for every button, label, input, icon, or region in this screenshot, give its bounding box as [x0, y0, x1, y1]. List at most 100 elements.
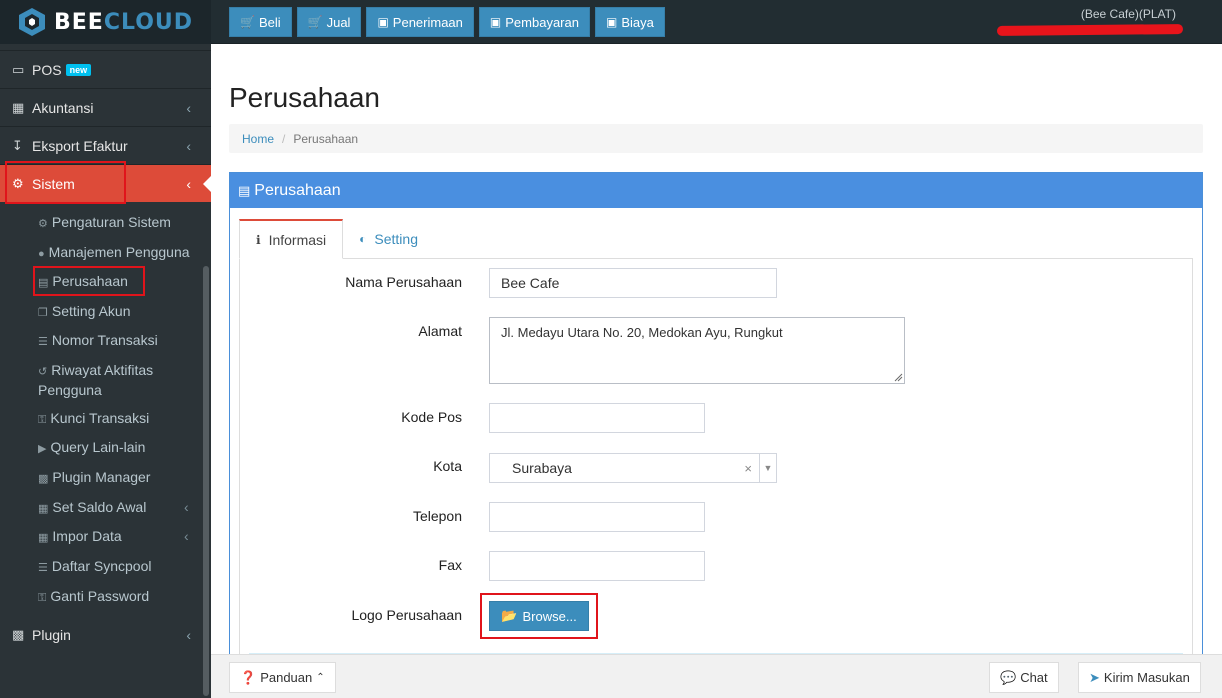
tab-setting[interactable]: ◐ Setting [343, 219, 434, 259]
sidebar-item-pos[interactable]: ▭ POS new [0, 50, 211, 88]
pembayaran-button[interactable]: ▣ Pembayaran [478, 7, 590, 37]
label-alamat: Alamat [418, 323, 462, 339]
dropdown-arrow-icon[interactable]: ▼ [759, 454, 776, 482]
top-bar: BEECLOUD 🛒 Beli 🛒 Jual ▣ Penerimaan ▣ Pembay… [0, 0, 1222, 44]
tab-content: Nama Perusahaan Alamat Jl. Medayu Utara … [239, 258, 1193, 673]
clipboard-icon: ▤ [238, 182, 251, 198]
kota-select[interactable]: Surabaya × ▼ [489, 453, 777, 483]
nama-perusahaan-input[interactable] [489, 268, 777, 298]
kode-pos-input[interactable] [489, 403, 705, 433]
money-icon: ▣ [605, 15, 618, 29]
brand-logo[interactable]: BEECLOUD [0, 0, 211, 44]
chevron-left-icon: ‹ [184, 528, 189, 544]
contrast-icon: ◐ [359, 232, 367, 246]
chevron-left-icon: ‹ [184, 499, 189, 515]
alamat-textarea[interactable]: Jl. Medayu Utara No. 20, Medokan Ayu, Ru… [489, 317, 905, 384]
breadcrumb-home-link[interactable]: Home [242, 132, 274, 146]
breadcrumb-current: Perusahaan [293, 131, 359, 146]
kirim-masukan-button[interactable]: ➤ Kirim Masukan [1078, 662, 1201, 693]
sidebar-sub-ganti-password[interactable]: ⚿ Ganti Password [38, 587, 198, 607]
chat-button[interactable]: 💬 Chat [989, 662, 1059, 693]
label-telepon: Telepon [412, 508, 462, 524]
penerimaan-button[interactable]: ▣ Penerimaan [366, 7, 474, 37]
beli-button[interactable]: 🛒 Beli [229, 7, 292, 37]
breadcrumb-separator: / [282, 131, 286, 146]
chevron-left-icon: ‹ [186, 99, 191, 116]
sidebar-sub-query-lain-lain[interactable]: ▶ Query Lain-lain [38, 438, 198, 458]
fax-input[interactable] [489, 551, 705, 581]
sidebar-sub-plugin-manager[interactable]: ▩ Plugin Manager [38, 468, 198, 488]
sidebar: ▭ POS new ▦ Akuntansi ‹ ↧ Eksport Efaktu… [0, 44, 211, 698]
list-icon: ☰ [38, 562, 48, 574]
calculator-icon: ▦ [38, 503, 49, 515]
highlight-box-sistem [5, 161, 126, 204]
beecloud-logo-icon [19, 8, 45, 36]
company-panel: ▤ Perusahaan ℹ Informasi ◐ Setting Nama … [229, 172, 1203, 673]
sidebar-sub-set-saldo-awal[interactable]: ▦ Set Saldo Awal ‹ [38, 498, 198, 518]
label-nama-perusahaan: Nama Perusahaan [345, 274, 462, 290]
user-company-label[interactable]: (Bee Cafe)(PLAT) [1081, 7, 1176, 21]
question-circle-icon: ❓ [240, 669, 257, 685]
sidebar-item-akuntansi[interactable]: ▦ Akuntansi ‹ [0, 88, 211, 126]
copy-icon: ❐ [38, 307, 48, 319]
sidebar-sub-riwayat-aktifitas[interactable]: ↺ Riwayat Aktifitas Pengguna [38, 361, 188, 399]
highlight-box-perusahaan [33, 266, 145, 296]
label-kode-pos: Kode Pos [401, 409, 462, 425]
panel-header: ▤ Perusahaan [230, 173, 1202, 208]
money-icon: ▣ [489, 15, 502, 29]
highlight-box-browse [480, 593, 598, 639]
cart-icon: 🛒 [240, 15, 255, 29]
label-fax: Fax [438, 557, 462, 573]
jual-button[interactable]: 🛒 Jual [296, 7, 362, 37]
sidebar-sub-setting-akun[interactable]: ❐ Setting Akun [38, 302, 198, 322]
footer-bar: ❓ Panduan ⌃ 💬 Chat ➤ Kirim Masukan [211, 654, 1222, 698]
label-kota: Kota [433, 458, 462, 474]
history-icon: ↺ [38, 366, 48, 378]
chevron-left-icon: ‹ [186, 175, 191, 192]
gear-icon: ⚙ [38, 218, 48, 230]
info-icon: ℹ [256, 232, 261, 247]
cart-icon: 🛒 [307, 15, 323, 29]
top-nav: 🛒 Beli 🛒 Jual ▣ Penerimaan ▣ Pembayaran ▣ Bia… [229, 7, 670, 37]
sidebar-scrollbar[interactable] [203, 266, 209, 696]
panduan-button[interactable]: ❓ Panduan ⌃ [229, 662, 336, 693]
clear-icon[interactable]: × [744, 461, 752, 476]
play-icon: ▶ [38, 443, 47, 455]
chat-icon: 💬 [1000, 669, 1017, 685]
resize-handle-icon[interactable] [894, 373, 903, 382]
money-icon: ▣ [377, 15, 389, 29]
telepon-input[interactable] [489, 502, 705, 532]
biaya-button[interactable]: ▣ Biaya [594, 7, 665, 37]
paper-plane-icon: ➤ [1089, 669, 1100, 685]
users-icon: ● [38, 248, 45, 260]
monitor-icon: ▭ [12, 61, 25, 77]
sidebar-item-plugin[interactable]: ▩ Plugin ‹ [0, 616, 211, 654]
sidebar-sub-kunci-transaksi[interactable]: ⚿ Kunci Transaksi [38, 409, 198, 429]
bar-chart-icon: ▦ [12, 99, 25, 115]
sidebar-sub-manajemen-pengguna[interactable]: ● Manajemen Pengguna [38, 243, 198, 263]
breadcrumb: Home / Perusahaan [229, 124, 1203, 153]
brand-name: BEECLOUD [54, 9, 194, 35]
page-title: Perusahaan [229, 82, 381, 113]
tab-informasi[interactable]: ℹ Informasi [239, 219, 344, 259]
list-icon: ☰ [38, 336, 48, 348]
puzzle-icon: ▩ [12, 627, 25, 642]
chevron-left-icon: ‹ [186, 137, 191, 154]
main-content: Perusahaan Home / Perusahaan ▤ Perusahaa… [211, 44, 1222, 673]
sidebar-sub-nomor-transaksi[interactable]: ☰ Nomor Transaksi [38, 331, 198, 351]
chevron-left-icon: ‹ [186, 627, 191, 643]
table-icon: ▦ [38, 532, 49, 544]
chevron-up-icon: ⌃ [316, 672, 325, 683]
sidebar-sub-daftar-syncpool[interactable]: ☰ Daftar Syncpool [38, 557, 198, 577]
sidebar-sub-pengaturan-sistem[interactable]: ⚙ Pengaturan Sistem [38, 213, 198, 233]
sidebar-sub-impor-data[interactable]: ▦ Impor Data ‹ [38, 527, 198, 547]
export-icon: ↧ [12, 137, 23, 153]
puzzle-icon: ▩ [38, 473, 49, 485]
sidebar-item-eksport-efaktur[interactable]: ↧ Eksport Efaktur ‹ [0, 126, 211, 164]
new-badge: new [65, 63, 92, 76]
label-logo-perusahaan: Logo Perusahaan [351, 607, 462, 623]
redaction-mark [996, 24, 1184, 36]
tab-bar: ℹ Informasi ◐ Setting [239, 219, 434, 259]
key-icon: ⚿ [38, 592, 47, 604]
key-icon: ⚿ [38, 414, 47, 426]
